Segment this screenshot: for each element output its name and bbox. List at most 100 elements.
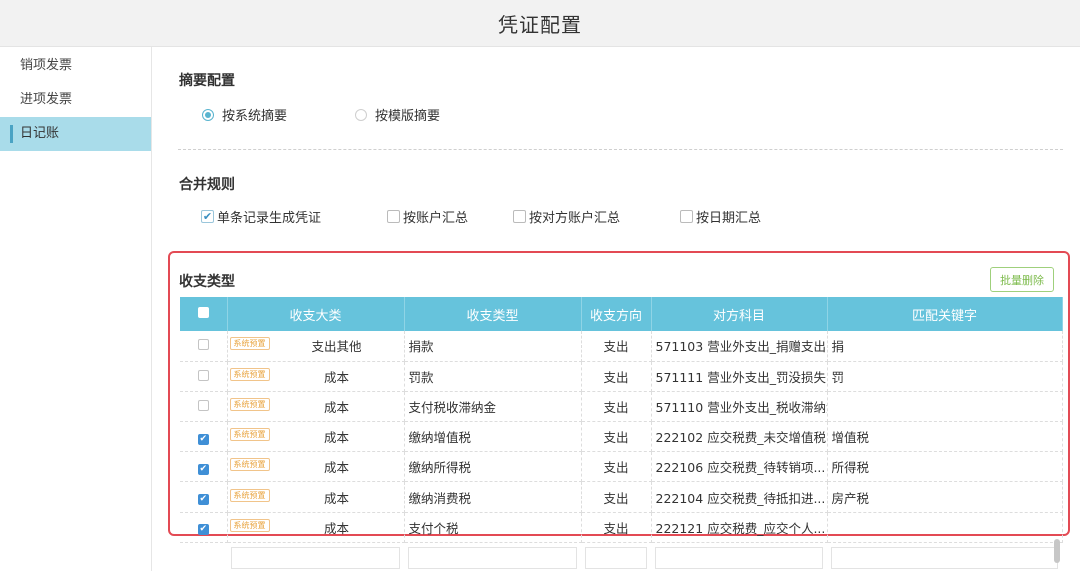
page-header: 凭证配置: [0, 0, 1080, 47]
types-table: 收支大类 收支类型 收支方向 对方科目 匹配关键字 系统预置 支出其他 捐款 支出 57…: [180, 297, 1063, 573]
select-all-checkbox[interactable]: [180, 297, 228, 331]
sidebar-item-label: 销项发票: [20, 58, 73, 73]
checkbox-by-date[interactable]: 按日期汇总: [680, 207, 761, 226]
checkbox-by-account[interactable]: 按账户汇总: [387, 207, 468, 226]
types-section-title: 收支类型: [179, 274, 235, 290]
category-text: 成本: [323, 490, 349, 506]
table-row: 系统预置 成本 支付税收滞纳金 支出 571110 营业外支出_税收滞纳金: [180, 391, 1063, 423]
cell-keyword: 罚: [827, 361, 1063, 392]
cell-keyword: 捐: [827, 331, 1063, 362]
cell-category: 系统预置 成本: [227, 481, 405, 513]
checkbox-icon: [387, 210, 401, 223]
cell-direction: 支出: [581, 361, 652, 392]
cell-account: 571110 营业外支出_税收滞纳金: [651, 391, 828, 423]
row-checkbox[interactable]: ✔: [180, 512, 228, 543]
category-text: 成本: [323, 520, 349, 536]
cell-category: 系统预置 成本: [227, 361, 405, 392]
sidebar-item-purchase-invoice[interactable]: 进项发票: [0, 83, 151, 117]
page-title: 凭证配置: [498, 12, 582, 37]
checkbox-icon: ✔: [197, 494, 209, 506]
cell-keyword: 房产税: [827, 481, 1063, 513]
new-direction-input[interactable]: [585, 546, 647, 569]
section-divider: [178, 149, 1063, 150]
checkmark-icon: ✔: [201, 210, 214, 223]
new-entry-cell: [827, 542, 1062, 573]
table-row: 系统预置 成本 罚款 支出 571111 营业外支出_罚没损失罚: [180, 361, 1063, 392]
checkbox-icon: ✔: [197, 524, 209, 536]
table-row: ✔ 系统预置 成本 缴纳增值税 支出 222102 应交税费_未交增值税 增值税: [180, 421, 1063, 453]
cell-direction: 支出: [581, 331, 652, 362]
column-header-direction: 收支方向: [581, 297, 652, 331]
system-preset-badge: 系统预置: [229, 337, 270, 351]
scrollbar-thumb[interactable]: [1054, 539, 1060, 563]
new-type-input[interactable]: [408, 546, 577, 569]
system-preset-badge: 系统预置: [229, 458, 270, 472]
new-keyword-input[interactable]: [831, 546, 1058, 569]
new-entry-row: [180, 542, 1062, 573]
row-checkbox[interactable]: ✔: [180, 451, 228, 483]
system-preset-badge: 系统预置: [229, 367, 270, 381]
checkbox-label: 按日期汇总: [696, 211, 762, 226]
bulk-delete-button[interactable]: 批量删除: [990, 267, 1054, 292]
row-checkbox[interactable]: [180, 391, 228, 423]
radio-unselected-icon: [355, 108, 368, 121]
checkbox-single-record[interactable]: ✔ 单条记录生成凭证: [201, 207, 321, 226]
cell-keyword: 增值税: [827, 421, 1063, 453]
checkbox-icon: [197, 399, 209, 411]
row-checkbox[interactable]: [180, 331, 228, 362]
category-text: 成本: [323, 430, 349, 446]
checkbox-icon: [680, 210, 694, 223]
summary-section-title: 摘要配置: [179, 73, 235, 89]
column-header-category: 收支大类: [227, 297, 405, 331]
sidebar-item-sales-invoice[interactable]: 销项发票: [0, 49, 151, 83]
radio-selected-icon: [202, 108, 214, 121]
cell-category: 系统预置 支出其他: [227, 331, 405, 362]
checkbox-label: 单条记录生成凭证: [217, 211, 322, 226]
radio-system-summary[interactable]: 按系统摘要: [202, 105, 287, 124]
cell-keyword: [827, 512, 1063, 543]
row-checkbox[interactable]: ✔: [180, 421, 228, 453]
checkbox-by-counter-account[interactable]: 按对方账户汇总: [513, 207, 620, 226]
empty-cell: [180, 542, 227, 573]
system-preset-badge: 系统预置: [229, 397, 270, 411]
merge-section-title: 合并规则: [179, 177, 235, 193]
column-header-account: 对方科目: [651, 297, 828, 331]
cell-category: 系统预置 成本: [227, 512, 405, 543]
cell-account: 222104 应交税费_待抵扣进...: [651, 481, 828, 513]
row-checkbox[interactable]: [180, 361, 228, 392]
checkbox-icon: [197, 339, 209, 351]
cell-type: 缴纳消费税: [404, 481, 582, 513]
category-text: 成本: [323, 399, 349, 415]
system-preset-badge: 系统预置: [229, 488, 270, 502]
column-header-keyword: 匹配关键字: [827, 297, 1063, 331]
cell-direction: 支出: [581, 451, 652, 483]
system-preset-badge: 系统预置: [229, 428, 270, 442]
row-checkbox[interactable]: ✔: [180, 481, 228, 513]
cell-keyword: [827, 391, 1063, 423]
radio-label: 按模版摘要: [375, 109, 441, 124]
cell-category: 系统预置 成本: [227, 451, 405, 483]
new-category-input[interactable]: [231, 546, 400, 569]
category-text: 成本: [323, 460, 349, 476]
checkbox-label: 按对方账户汇总: [529, 211, 621, 226]
new-account-input[interactable]: [655, 546, 823, 569]
cell-category: 系统预置 成本: [227, 421, 405, 453]
radio-template-summary[interactable]: 按模版摘要: [355, 105, 440, 124]
category-text: 成本: [323, 369, 349, 385]
table-row: 系统预置 支出其他 捐款 支出 571103 营业外支出_捐赠支出捐: [180, 331, 1063, 362]
cell-direction: 支出: [581, 391, 652, 423]
cell-type: 捐款: [404, 331, 582, 362]
cell-type: 缴纳所得税: [404, 451, 582, 483]
cell-direction: 支出: [581, 512, 652, 543]
new-entry-cell: [227, 542, 404, 573]
cell-type: 支付税收滞纳金: [404, 391, 582, 423]
cell-account: 222121 应交税费_应交个人...: [651, 512, 828, 543]
sidebar-item-journal[interactable]: 日记账: [0, 117, 151, 151]
cell-account: 571103 营业外支出_捐赠支出: [651, 331, 828, 362]
sidebar-item-label: 日记账: [20, 126, 60, 141]
sidebar-item-label: 进项发票: [20, 92, 73, 107]
new-entry-cell: [404, 542, 581, 573]
sidebar: 销项发票 进项发票 日记账: [0, 47, 152, 571]
table-row: ✔ 系统预置 成本 缴纳消费税 支出 222104 应交税费_待抵扣进... 房产税: [180, 481, 1063, 513]
radio-label: 按系统摘要: [222, 109, 288, 124]
